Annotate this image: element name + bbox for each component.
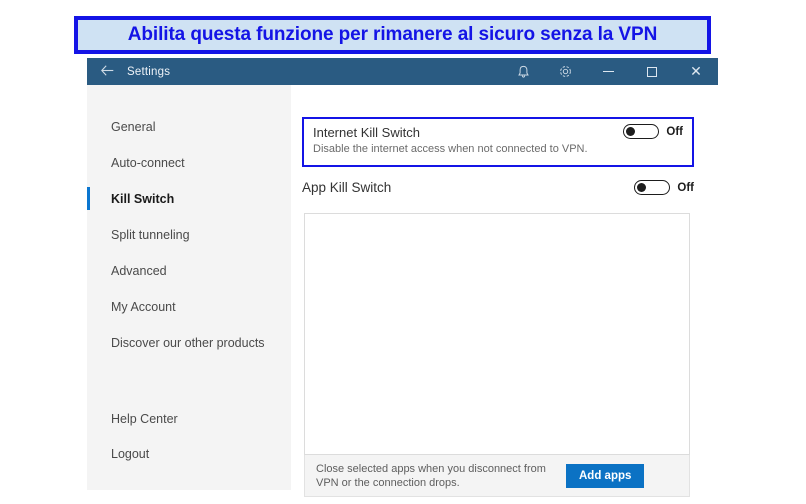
minimize-icon: [602, 71, 614, 72]
app-kill-switch-row[interactable]: App Kill Switch Off: [302, 179, 694, 196]
add-apps-button[interactable]: Add apps: [566, 463, 645, 488]
sidebar-item-help-center[interactable]: Help Center: [87, 403, 291, 434]
minimize-button[interactable]: [586, 58, 630, 85]
app-kill-switch-toggle[interactable]: [634, 180, 671, 195]
internet-kill-switch-description: Disable the internet access when not con…: [313, 143, 588, 155]
sidebar-item-kill-switch[interactable]: Kill Switch: [87, 183, 291, 214]
sidebar-item-label: My Account: [111, 299, 176, 314]
sidebar-item-label: Advanced: [111, 263, 167, 278]
sidebar-nav-top: General Auto-connect Kill Switch Split t…: [87, 111, 291, 363]
selected-indicator: [87, 187, 90, 210]
gear-icon[interactable]: [544, 58, 586, 85]
sidebar-item-auto-connect[interactable]: Auto-connect: [87, 147, 291, 178]
app-kill-switch-title: App Kill Switch: [302, 180, 392, 195]
sidebar-item-label: Split tunneling: [111, 227, 190, 242]
sidebar-item-split-tunneling[interactable]: Split tunneling: [87, 219, 291, 250]
sidebar-item-logout[interactable]: Logout: [87, 438, 291, 469]
sidebar-item-label: Discover our other products: [111, 335, 265, 350]
sidebar-item-label: Logout: [111, 446, 150, 461]
sidebar-item-discover-products[interactable]: Discover our other products: [87, 327, 291, 358]
sidebar-item-general[interactable]: General: [87, 111, 291, 142]
settings-sidebar: General Auto-connect Kill Switch Split t…: [87, 85, 291, 490]
maximize-button[interactable]: [630, 58, 674, 85]
sidebar-item-advanced[interactable]: Advanced: [87, 255, 291, 286]
toggle-knob: [626, 126, 636, 136]
sidebar-item-label: Kill Switch: [111, 191, 175, 206]
window-title: Settings: [127, 65, 171, 78]
sidebar-item-label: Auto-connect: [111, 155, 185, 170]
window-title-bar: Settings ✕: [87, 58, 718, 85]
internet-kill-switch-title: Internet Kill Switch: [313, 125, 420, 140]
sidebar-item-label: Help Center: [111, 411, 178, 426]
internet-kill-switch-toggle-wrap[interactable]: Off: [623, 124, 683, 139]
bell-icon[interactable]: [502, 58, 544, 85]
app-kill-switch-toggle-wrap[interactable]: Off: [634, 180, 694, 195]
vpn-settings-window: Settings ✕ General Auto-connect Kill Swi…: [87, 58, 718, 497]
toggle-knob: [637, 182, 647, 192]
app-kill-switch-toggle-label: Off: [677, 181, 694, 194]
window-body: General Auto-connect Kill Switch Split t…: [87, 85, 718, 497]
maximize-icon: [647, 66, 657, 77]
annotation-banner-text: Abilita questa funzione per rimanere al …: [127, 24, 658, 45]
internet-kill-switch-toggle[interactable]: [623, 124, 660, 139]
apps-footer-text: Close selected apps when you disconnect …: [316, 462, 546, 489]
back-arrow-icon[interactable]: [87, 58, 127, 85]
internet-kill-switch-toggle-label: Off: [666, 125, 683, 138]
internet-kill-switch-row[interactable]: Internet Kill Switch Disable the interne…: [302, 117, 694, 167]
close-icon: ✕: [690, 63, 702, 80]
internet-kill-switch-texts: Internet Kill Switch Disable the interne…: [313, 124, 623, 157]
annotation-banner: Abilita questa funzione per rimanere al …: [74, 16, 711, 54]
sidebar-item-label: General: [111, 119, 156, 134]
selected-apps-list[interactable]: [304, 213, 690, 455]
sidebar-nav-bottom: Help Center Logout: [87, 403, 291, 490]
settings-main-panel: Internet Kill Switch Disable the interne…: [291, 85, 718, 497]
sidebar-item-my-account[interactable]: My Account: [87, 291, 291, 322]
apps-list-footer: Close selected apps when you disconnect …: [304, 455, 690, 497]
close-button[interactable]: ✕: [674, 58, 718, 85]
